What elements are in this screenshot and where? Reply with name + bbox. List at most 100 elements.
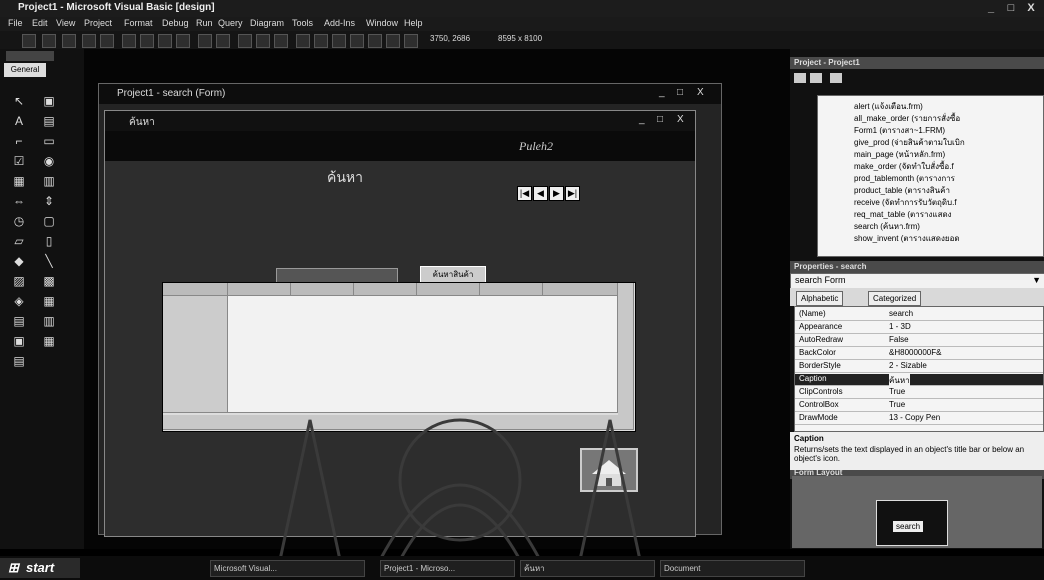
project-tree[interactable]: alert (แจ้งเตือน.frm) all_make_order (รา… bbox=[817, 95, 1044, 257]
child-close-button[interactable]: X bbox=[697, 87, 704, 98]
timer-icon[interactable]: ◷ bbox=[10, 213, 28, 229]
drivelistbox-icon[interactable]: ▢ bbox=[40, 213, 58, 229]
menu-help[interactable]: Help bbox=[404, 18, 423, 28]
view-object-icon[interactable] bbox=[810, 73, 822, 83]
ole-icon[interactable]: ◈ bbox=[10, 293, 28, 309]
form-close-button[interactable]: X bbox=[677, 114, 684, 125]
first-record-button[interactable]: |◀ bbox=[517, 186, 532, 201]
add-form-icon[interactable] bbox=[42, 34, 56, 48]
end-icon[interactable] bbox=[274, 34, 288, 48]
toolbox-tab-general[interactable]: General bbox=[4, 63, 46, 77]
picturebox-icon[interactable]: ▣ bbox=[40, 93, 58, 109]
property-row[interactable]: AutoRedraw False bbox=[795, 335, 1043, 347]
next-record-button[interactable]: ▶ bbox=[549, 186, 564, 201]
taskbar-item[interactable]: Project1 - Microso... bbox=[380, 560, 515, 577]
data-icon[interactable]: ▩ bbox=[40, 273, 58, 289]
component-manager-icon[interactable] bbox=[404, 34, 418, 48]
find-icon[interactable] bbox=[176, 34, 190, 48]
property-row[interactable]: DrawMode 13 - Copy Pen bbox=[795, 413, 1043, 425]
menu-edit[interactable]: Edit bbox=[32, 18, 48, 28]
taskbar-item[interactable]: Document bbox=[660, 560, 805, 577]
menu-debug[interactable]: Debug bbox=[162, 18, 189, 28]
cut-icon[interactable] bbox=[122, 34, 136, 48]
copy-icon[interactable] bbox=[140, 34, 154, 48]
object-browser-icon[interactable] bbox=[350, 34, 364, 48]
property-row-selected[interactable]: Caption ค้นหา bbox=[795, 374, 1043, 387]
menu-file[interactable]: File bbox=[8, 18, 23, 28]
checkbox-icon[interactable]: ☑ bbox=[10, 153, 28, 169]
property-row[interactable]: BackColor &H8000000F& bbox=[795, 348, 1043, 360]
redo-icon[interactable] bbox=[216, 34, 230, 48]
property-row[interactable]: BorderStyle 2 - Sizable bbox=[795, 361, 1043, 373]
property-row[interactable]: ClipControls True bbox=[795, 387, 1043, 399]
property-row[interactable]: (Name) search bbox=[795, 309, 1043, 321]
line-icon[interactable]: ╲ bbox=[40, 253, 58, 269]
start-button[interactable]: ⊞ start bbox=[0, 558, 80, 578]
data-view-icon[interactable] bbox=[386, 34, 400, 48]
form-maximize-button[interactable]: □ bbox=[657, 114, 663, 125]
commandbutton-icon[interactable]: ▭ bbox=[40, 133, 58, 149]
save-icon[interactable] bbox=[100, 34, 114, 48]
adodc-icon[interactable]: ▤ bbox=[10, 313, 28, 329]
chevron-down-icon[interactable]: ▼ bbox=[1032, 275, 1041, 285]
vscrollbar-icon[interactable]: ⇕ bbox=[40, 193, 58, 209]
menu-tools[interactable]: Tools bbox=[292, 18, 313, 28]
undo-icon[interactable] bbox=[198, 34, 212, 48]
grid-header[interactable] bbox=[480, 283, 543, 296]
label-icon[interactable]: A bbox=[10, 113, 28, 129]
datacombo-icon[interactable]: ▦ bbox=[40, 333, 58, 349]
frame-icon[interactable]: ⌐ bbox=[10, 133, 28, 149]
properties-object-select[interactable]: search Form ▼ bbox=[790, 273, 1044, 289]
menu-query[interactable]: Query bbox=[218, 18, 243, 28]
menu-addins[interactable]: Add-Ins bbox=[324, 18, 355, 28]
taskbar-item[interactable]: ค้นหา bbox=[520, 560, 655, 577]
listbox-icon[interactable]: ▥ bbox=[40, 173, 58, 189]
menu-diagram[interactable]: Diagram bbox=[250, 18, 284, 28]
property-row[interactable]: Appearance 1 - 3D bbox=[795, 322, 1043, 334]
menu-format[interactable]: Format bbox=[124, 18, 153, 28]
menu-view[interactable]: View bbox=[56, 18, 75, 28]
taskbar-item[interactable]: Microsoft Visual... bbox=[210, 560, 365, 577]
last-record-button[interactable]: ▶| bbox=[565, 186, 580, 201]
optionbutton-icon[interactable]: ◉ bbox=[40, 153, 58, 169]
paste-icon[interactable] bbox=[158, 34, 172, 48]
property-row[interactable]: ControlBox True bbox=[795, 400, 1043, 412]
image-icon[interactable]: ▨ bbox=[10, 273, 28, 289]
project-explorer-icon[interactable] bbox=[296, 34, 310, 48]
toolbox-icon[interactable] bbox=[368, 34, 382, 48]
dirlistbox-icon[interactable]: ▱ bbox=[10, 233, 28, 249]
add-project-icon[interactable] bbox=[22, 34, 36, 48]
menu-run[interactable]: Run bbox=[196, 18, 213, 28]
child-maximize-button[interactable]: □ bbox=[677, 87, 683, 98]
menu-project[interactable]: Project bbox=[84, 18, 112, 28]
tab-alphabetic[interactable]: Alphabetic bbox=[796, 291, 844, 306]
start-icon[interactable] bbox=[238, 34, 252, 48]
grid-header[interactable] bbox=[417, 283, 480, 296]
grid-header[interactable] bbox=[543, 283, 618, 296]
child-minimize-button[interactable]: _ bbox=[659, 87, 665, 98]
maximize-button[interactable]: □ bbox=[1004, 1, 1018, 15]
view-code-icon[interactable] bbox=[794, 73, 806, 83]
open-icon[interactable] bbox=[82, 34, 96, 48]
textbox-icon[interactable]: ▤ bbox=[40, 113, 58, 129]
msflexgrid-icon[interactable]: ▣ bbox=[10, 333, 28, 349]
grid-header[interactable] bbox=[291, 283, 354, 296]
close-button[interactable]: X bbox=[1024, 1, 1038, 15]
form-layout-preview[interactable]: search bbox=[876, 500, 948, 546]
toggle-folders-icon[interactable] bbox=[830, 73, 842, 83]
properties-grid[interactable]: (Name) search Appearance 1 - 3D AutoRedraw… bbox=[794, 306, 1044, 432]
break-icon[interactable] bbox=[256, 34, 270, 48]
form-minimize-button[interactable]: _ bbox=[639, 114, 645, 125]
tree-item[interactable]: show_invent (ตารางแสดงยอด bbox=[854, 232, 960, 245]
grid-header[interactable] bbox=[354, 283, 417, 296]
menu-window[interactable]: Window bbox=[366, 18, 398, 28]
properties-window-icon[interactable] bbox=[314, 34, 328, 48]
hscrollbar-icon[interactable]: ⇔ bbox=[10, 193, 28, 209]
grid-icon[interactable]: ▦ bbox=[40, 293, 58, 309]
datalist-icon[interactable]: ▤ bbox=[10, 353, 28, 369]
grid-header[interactable] bbox=[228, 283, 291, 296]
combobox-icon[interactable]: ▦ bbox=[10, 173, 28, 189]
minimize-button[interactable]: _ bbox=[984, 1, 998, 15]
pointer-icon[interactable]: ↖ bbox=[10, 93, 28, 109]
tab-categorized[interactable]: Categorized bbox=[868, 291, 922, 306]
